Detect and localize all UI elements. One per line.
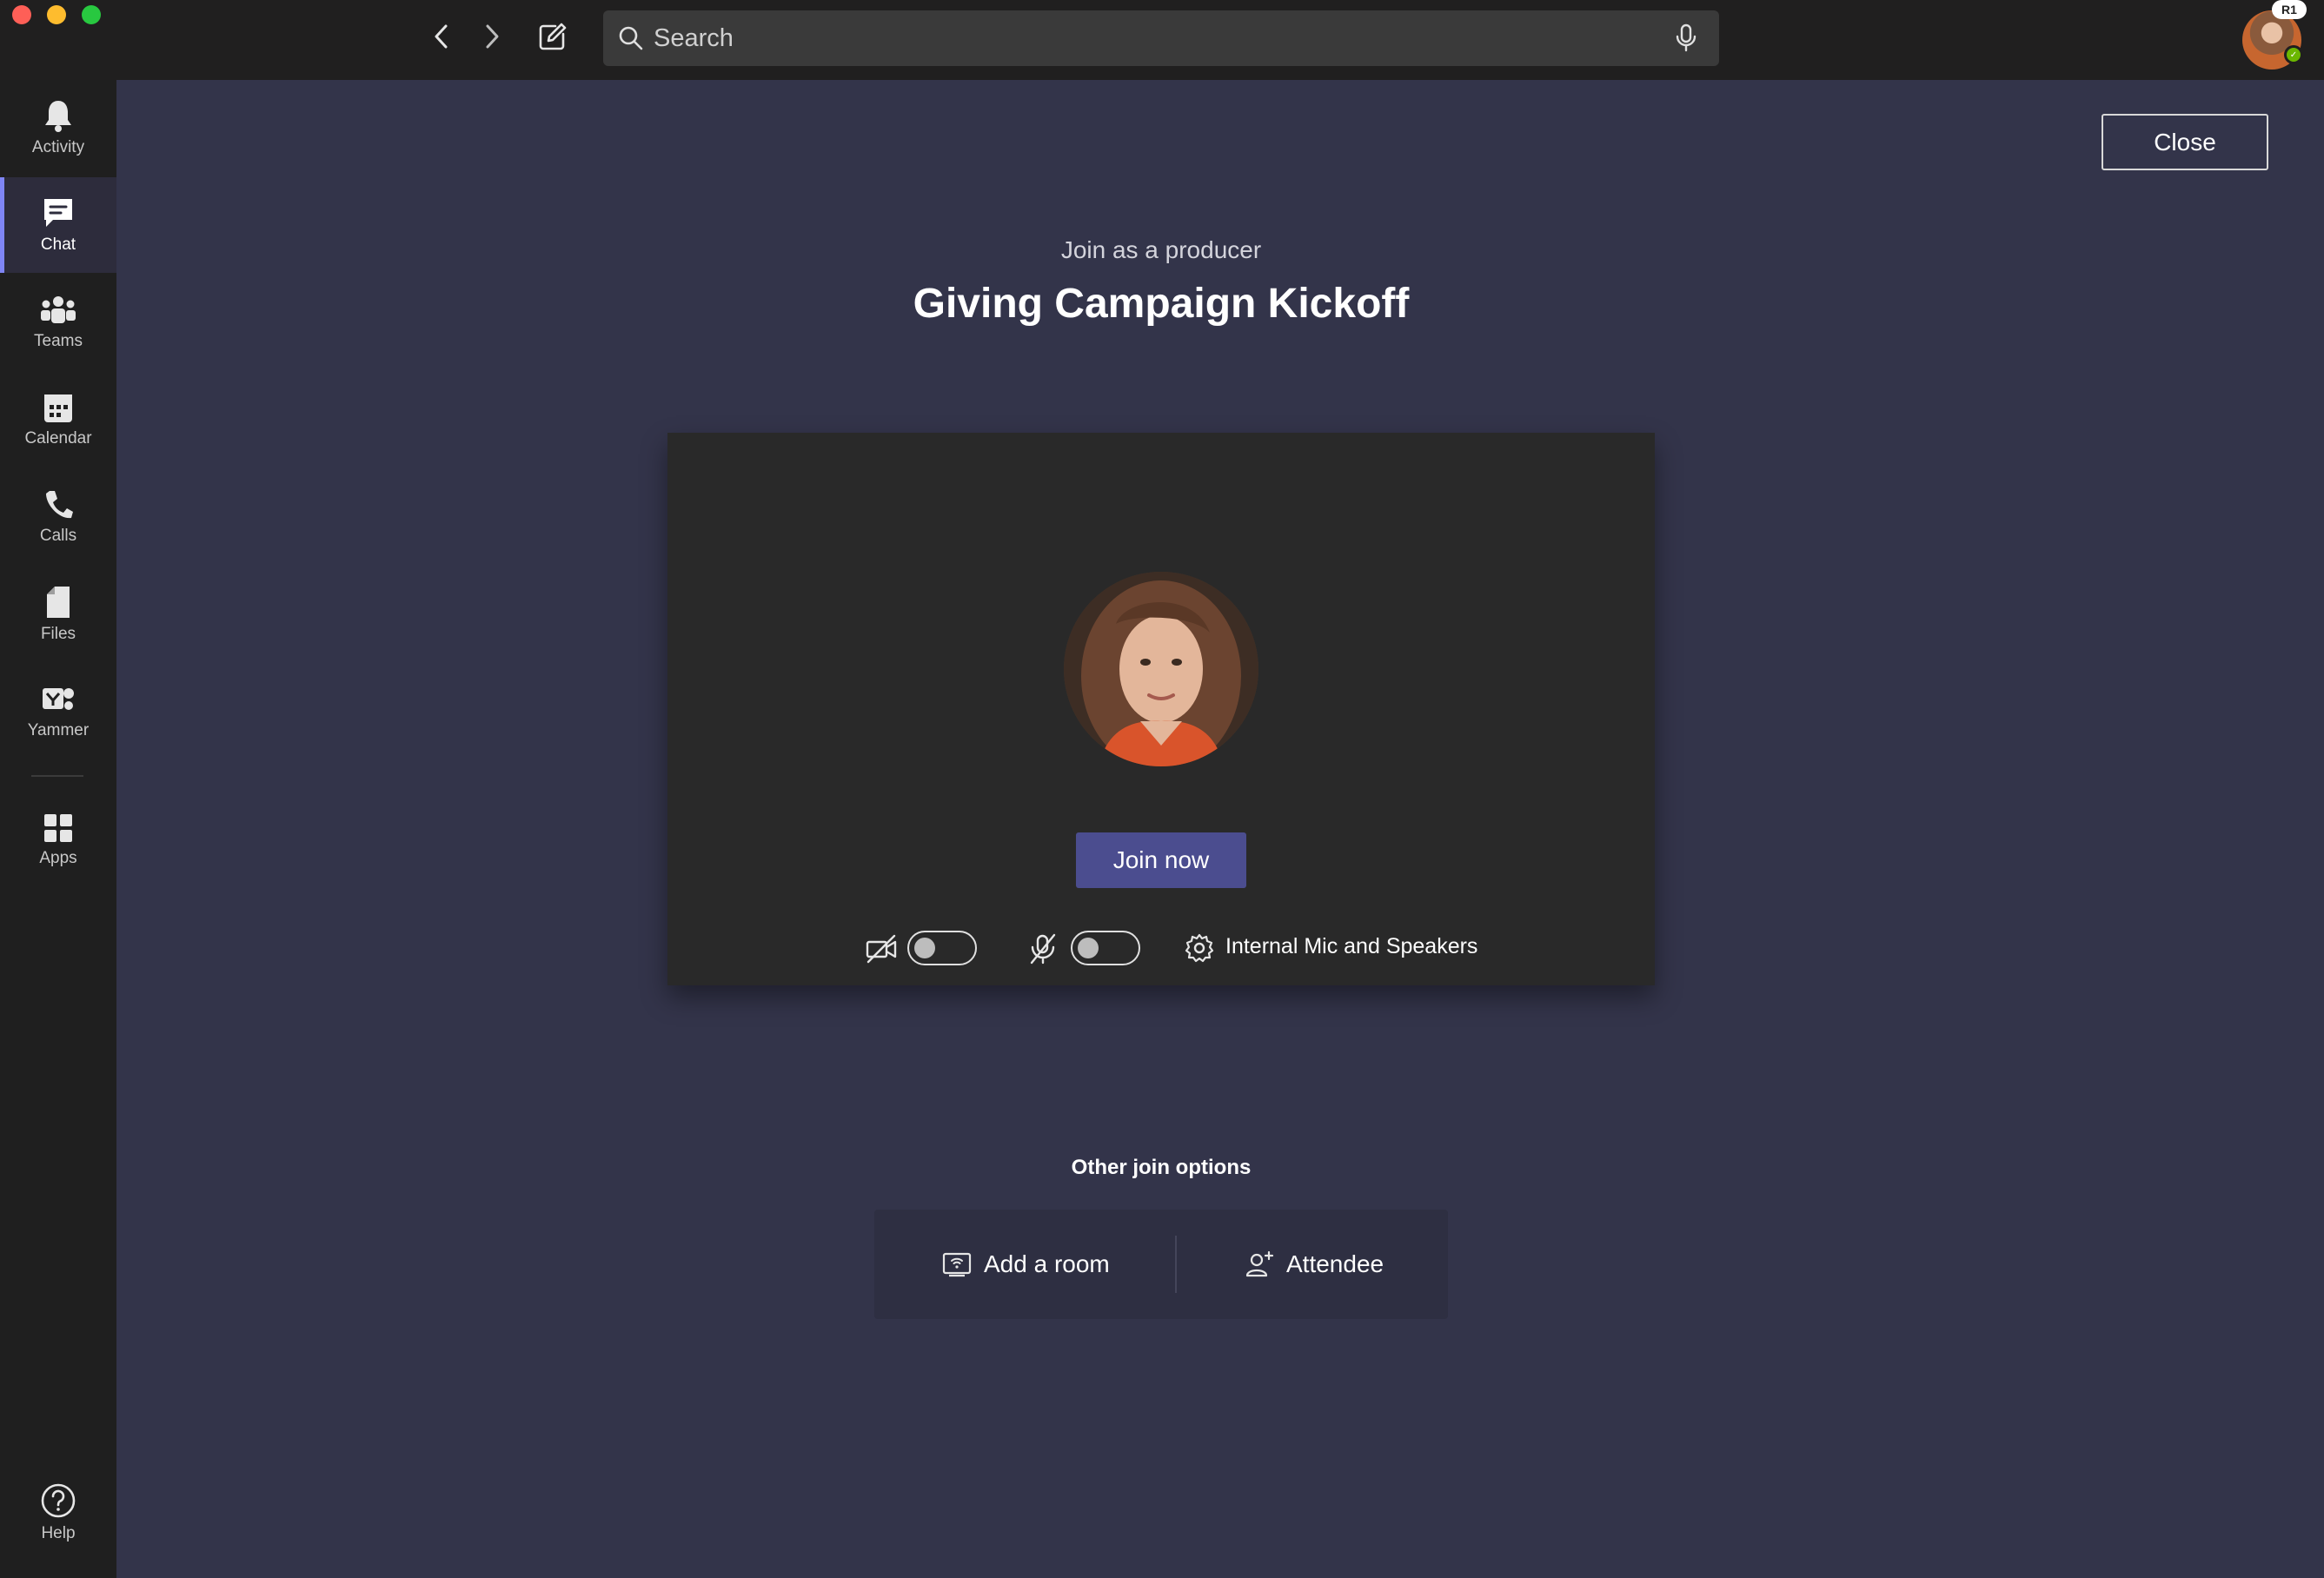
room-icon [942, 1252, 972, 1277]
camera-toggle[interactable] [907, 931, 977, 965]
rail-item-teams[interactable]: Teams [0, 275, 116, 370]
rail-item-label: Activity [31, 138, 85, 156]
calendar-icon [44, 394, 72, 422]
microphone-toggle[interactable] [1071, 931, 1140, 965]
toggle-knob [914, 938, 935, 958]
add-person-icon [1245, 1250, 1274, 1277]
rail-item-label: Calls [39, 527, 77, 545]
add-room-label: Add a room [984, 1250, 1110, 1277]
close-button[interactable]: Close [2102, 114, 2268, 170]
presence-available-icon: ✓ [2284, 45, 2303, 64]
rail-item-label: Yammer [27, 721, 90, 739]
rail-item-calendar[interactable]: Calendar [0, 372, 116, 467]
chevron-right-icon [486, 24, 499, 49]
zoom-window-button[interactable] [82, 5, 101, 24]
gear-icon[interactable] [1182, 931, 1217, 965]
chat-icon [44, 199, 72, 227]
rail-item-yammer[interactable]: Yammer [0, 664, 116, 759]
rail-item-label: Apps [39, 849, 77, 867]
rail-item-apps[interactable]: Apps [0, 792, 116, 888]
rail-item-files[interactable]: Files [0, 567, 116, 662]
bell-icon [45, 101, 71, 132]
voice-search-button[interactable] [1667, 19, 1705, 57]
yammer-icon [43, 688, 74, 710]
back-button[interactable] [422, 17, 461, 56]
help-icon [41, 1483, 76, 1518]
rail-item-chat[interactable]: Chat [0, 177, 116, 273]
rail-divider [31, 775, 83, 777]
rail-item-help[interactable]: Help [0, 1465, 116, 1561]
chevron-left-icon [435, 24, 448, 49]
title-bar: R1 ✓ [0, 0, 2324, 80]
search-bar[interactable] [603, 10, 1719, 66]
attendee-button[interactable]: Attendee [1245, 1236, 1384, 1293]
forward-button[interactable] [473, 17, 511, 56]
avatar [1064, 572, 1258, 766]
rail-item-calls[interactable]: Calls [0, 469, 116, 565]
meeting-title: Giving Campaign Kickoff [913, 281, 1410, 327]
microphone-off-icon [1026, 932, 1060, 966]
microphone-icon [1676, 23, 1697, 52]
other-join-options-title: Other join options [1071, 1156, 1252, 1179]
search-icon [615, 23, 647, 54]
audio-device-label[interactable]: Internal Mic and Speakers [1225, 934, 1477, 959]
rail-item-label: Chat [40, 235, 76, 254]
new-chat-button[interactable] [534, 17, 572, 56]
add-room-button[interactable]: Add a room [942, 1236, 1110, 1293]
search-input[interactable] [654, 23, 1667, 53]
file-icon [47, 587, 70, 618]
join-now-button[interactable]: Join now [1076, 832, 1246, 888]
teams-icon [41, 296, 76, 323]
minimize-window-button[interactable] [47, 5, 66, 24]
profile-badge: R1 [2272, 0, 2307, 19]
attendee-label: Attendee [1286, 1250, 1384, 1277]
app-rail: Activity Chat Teams Calendar Calls Files… [0, 80, 116, 1578]
rail-item-label: Calendar [24, 429, 92, 448]
camera-off-icon [864, 932, 899, 966]
rail-item-label: Help [41, 1524, 76, 1542]
apps-icon [44, 814, 72, 842]
rail-item-label: Teams [34, 332, 83, 350]
phone-icon [46, 491, 73, 519]
rail-item-activity[interactable]: Activity [0, 80, 116, 176]
close-window-button[interactable] [12, 5, 31, 24]
join-role-text: Join as a producer [1060, 236, 1262, 263]
options-divider [1175, 1236, 1177, 1293]
toggle-knob [1078, 938, 1099, 958]
compose-icon [539, 23, 567, 50]
rail-item-label: Files [40, 625, 76, 643]
